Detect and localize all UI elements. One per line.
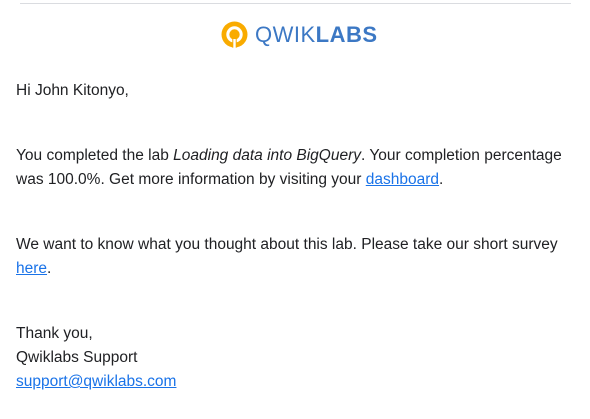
top-divider: [20, 3, 571, 4]
qwiklabs-logo: QWIKLABS: [221, 21, 378, 48]
signoff-thanks: Thank you,: [16, 325, 93, 342]
support-email-link[interactable]: support@qwiklabs.com: [16, 373, 176, 390]
logo-wordmark: QWIKLABS: [255, 21, 378, 48]
dashboard-link[interactable]: dashboard: [366, 171, 439, 188]
survey-intro: We want to know what you thought about t…: [16, 236, 558, 253]
qwiklabs-logo-icon: [221, 21, 248, 48]
greeting-text: Hi John Kitonyo,: [16, 82, 129, 99]
survey-link[interactable]: here: [16, 260, 47, 277]
completion-end: .: [439, 171, 444, 188]
lab-name: Loading data into BigQuery: [173, 147, 361, 164]
logo-wordmark-qwik: QWIK: [255, 22, 316, 47]
completion-intro: You completed the lab: [16, 147, 174, 164]
survey-paragraph: We want to know what you thought about t…: [16, 233, 576, 281]
signoff-team: Qwiklabs Support: [16, 349, 138, 366]
completion-paragraph: You completed the lab Loading data into …: [16, 144, 576, 192]
survey-end: .: [47, 260, 52, 277]
signoff-block: Thank you, Qwiklabs Support support@qwikla…: [16, 322, 576, 394]
logo-wordmark-labs: LABS: [315, 22, 378, 47]
